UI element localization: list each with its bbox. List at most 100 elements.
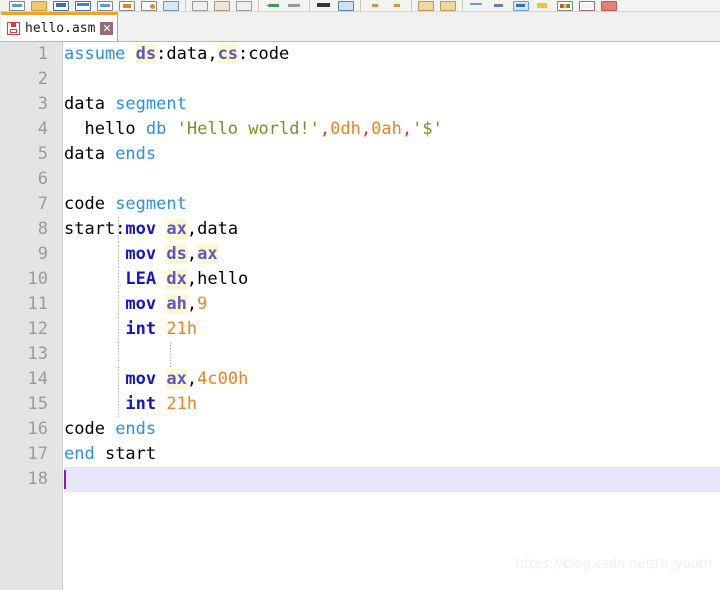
print-preview-icon[interactable] bbox=[138, 0, 160, 11]
print-icon-glyph bbox=[119, 1, 135, 11]
find-icon[interactable] bbox=[313, 0, 335, 11]
close-file-icon[interactable] bbox=[94, 0, 116, 11]
code-token: 21h bbox=[166, 394, 198, 414]
text-caret bbox=[64, 470, 66, 489]
cut-icon-glyph bbox=[163, 1, 179, 11]
close-icon[interactable]: ✕ bbox=[100, 21, 114, 35]
line-number: 3 bbox=[37, 94, 48, 114]
floppy-disk-icon bbox=[7, 21, 20, 35]
show-all-chars-icon-glyph bbox=[491, 1, 507, 11]
cut-icon[interactable] bbox=[160, 0, 182, 11]
tab-marker-icon-glyph bbox=[418, 1, 434, 11]
line-number: 1 bbox=[37, 44, 48, 64]
tab-hello-asm[interactable]: hello.asm ✕ bbox=[1, 12, 119, 41]
save-all-icon[interactable] bbox=[72, 0, 94, 11]
copy-icon[interactable] bbox=[189, 0, 211, 11]
code-token: :code bbox=[238, 44, 290, 64]
watermark: https://blog.csdn.net/tb_youth bbox=[515, 557, 712, 572]
macro-record-icon[interactable] bbox=[532, 0, 554, 11]
indent-guide-icon[interactable] bbox=[510, 0, 532, 11]
code-line[interactable]: 9 mov ds,ax bbox=[0, 242, 720, 267]
line-number: 13 bbox=[27, 344, 48, 364]
code-line[interactable]: 8 start:mov ax,data bbox=[0, 217, 720, 242]
current-line-highlight bbox=[64, 467, 720, 492]
code-token: start bbox=[94, 444, 157, 464]
indent-guide bbox=[170, 342, 171, 367]
code-line[interactable]: 17 end start bbox=[0, 442, 720, 467]
code-line[interactable]: 6 bbox=[0, 167, 720, 192]
code-token: mov bbox=[125, 244, 157, 264]
code-token: ax bbox=[166, 219, 187, 239]
print-icon[interactable] bbox=[116, 0, 138, 11]
new-file-icon[interactable] bbox=[6, 0, 28, 11]
code-token: , bbox=[319, 119, 331, 139]
code-token: ends bbox=[115, 144, 157, 164]
code-line-text: data ends bbox=[64, 142, 156, 167]
replace-icon-glyph bbox=[338, 1, 354, 11]
redo-icon[interactable] bbox=[284, 0, 306, 11]
word-wrap-icon[interactable] bbox=[466, 0, 488, 11]
line-number: 15 bbox=[27, 394, 48, 414]
replace-icon[interactable] bbox=[335, 0, 357, 11]
code-line-text: data segment bbox=[64, 92, 187, 117]
code-line[interactable]: 12 int 21h bbox=[0, 317, 720, 342]
toolbar-separator bbox=[182, 0, 189, 11]
code-line-text: end start bbox=[64, 442, 156, 467]
code-line-text: mov ah,9 bbox=[64, 292, 207, 317]
code-line[interactable]: 18 bbox=[0, 467, 720, 492]
code-token: ax bbox=[197, 244, 218, 264]
code-line[interactable]: 3 data segment bbox=[0, 92, 720, 117]
undo-icon[interactable] bbox=[262, 0, 284, 11]
code-line[interactable]: 5 data ends bbox=[0, 142, 720, 167]
tab-marker-icon[interactable] bbox=[415, 0, 437, 11]
open-folder-icon[interactable] bbox=[28, 0, 50, 11]
code-line[interactable]: 1 assume ds:data,cs:code bbox=[0, 42, 720, 67]
paste-icon[interactable] bbox=[211, 0, 233, 11]
code-line[interactable]: 13 bbox=[0, 342, 720, 367]
code-token: data bbox=[64, 144, 116, 164]
paste-icon-glyph bbox=[214, 1, 230, 11]
code-line[interactable]: 16 code ends bbox=[0, 417, 720, 442]
zoom-out-icon[interactable] bbox=[386, 0, 408, 11]
code-line[interactable]: 10 LEA dx,hello bbox=[0, 267, 720, 292]
code-token: segment bbox=[115, 94, 187, 114]
code-line[interactable]: 11 mov ah,9 bbox=[0, 292, 720, 317]
toolbar-separator bbox=[408, 0, 415, 11]
save-icon[interactable] bbox=[50, 0, 72, 11]
code-token: ends bbox=[115, 419, 157, 439]
line-number: 12 bbox=[27, 319, 48, 339]
whitespace-icon[interactable] bbox=[437, 0, 459, 11]
code-line[interactable]: 15 int 21h bbox=[0, 392, 720, 417]
code-token: ah bbox=[166, 294, 187, 314]
code-token: dx bbox=[166, 269, 187, 289]
code-line-text: int 21h bbox=[64, 392, 197, 417]
code-line[interactable]: 2 bbox=[0, 67, 720, 92]
code-line[interactable]: 4 hello db 'Hello world!',0dh,0ah,'$' bbox=[0, 117, 720, 142]
code-token: , bbox=[186, 244, 198, 264]
line-number: 4 bbox=[37, 119, 48, 139]
duplicate-icon[interactable] bbox=[233, 0, 255, 11]
code-token: mov bbox=[125, 369, 157, 389]
code-text-area[interactable]: 1 assume ds:data,cs:code 2 3 data segment 4 h… bbox=[0, 42, 720, 590]
line-number: 7 bbox=[37, 194, 48, 214]
line-number: 2 bbox=[37, 69, 48, 89]
toolbar bbox=[0, 0, 720, 12]
show-all-chars-icon[interactable] bbox=[488, 0, 510, 11]
line-number: 10 bbox=[27, 269, 48, 289]
print-preview-icon-glyph bbox=[141, 1, 157, 11]
code-line[interactable]: 7 code segment bbox=[0, 192, 720, 217]
whitespace-icon-glyph bbox=[440, 1, 456, 11]
tab-bar: hello.asm ✕ bbox=[0, 12, 720, 42]
toolbar-separator bbox=[357, 0, 364, 11]
plugin-manager-icon[interactable] bbox=[576, 0, 598, 11]
open-folder-icon-glyph bbox=[31, 1, 47, 11]
close-all-icon[interactable] bbox=[598, 0, 620, 11]
code-editor[interactable]: 1 assume ds:data,cs:code 2 3 data segment 4 h… bbox=[0, 42, 720, 590]
run-icon[interactable] bbox=[554, 0, 576, 11]
zoom-in-icon[interactable] bbox=[364, 0, 386, 11]
code-line[interactable]: 14 mov ax,4c00h bbox=[0, 367, 720, 392]
